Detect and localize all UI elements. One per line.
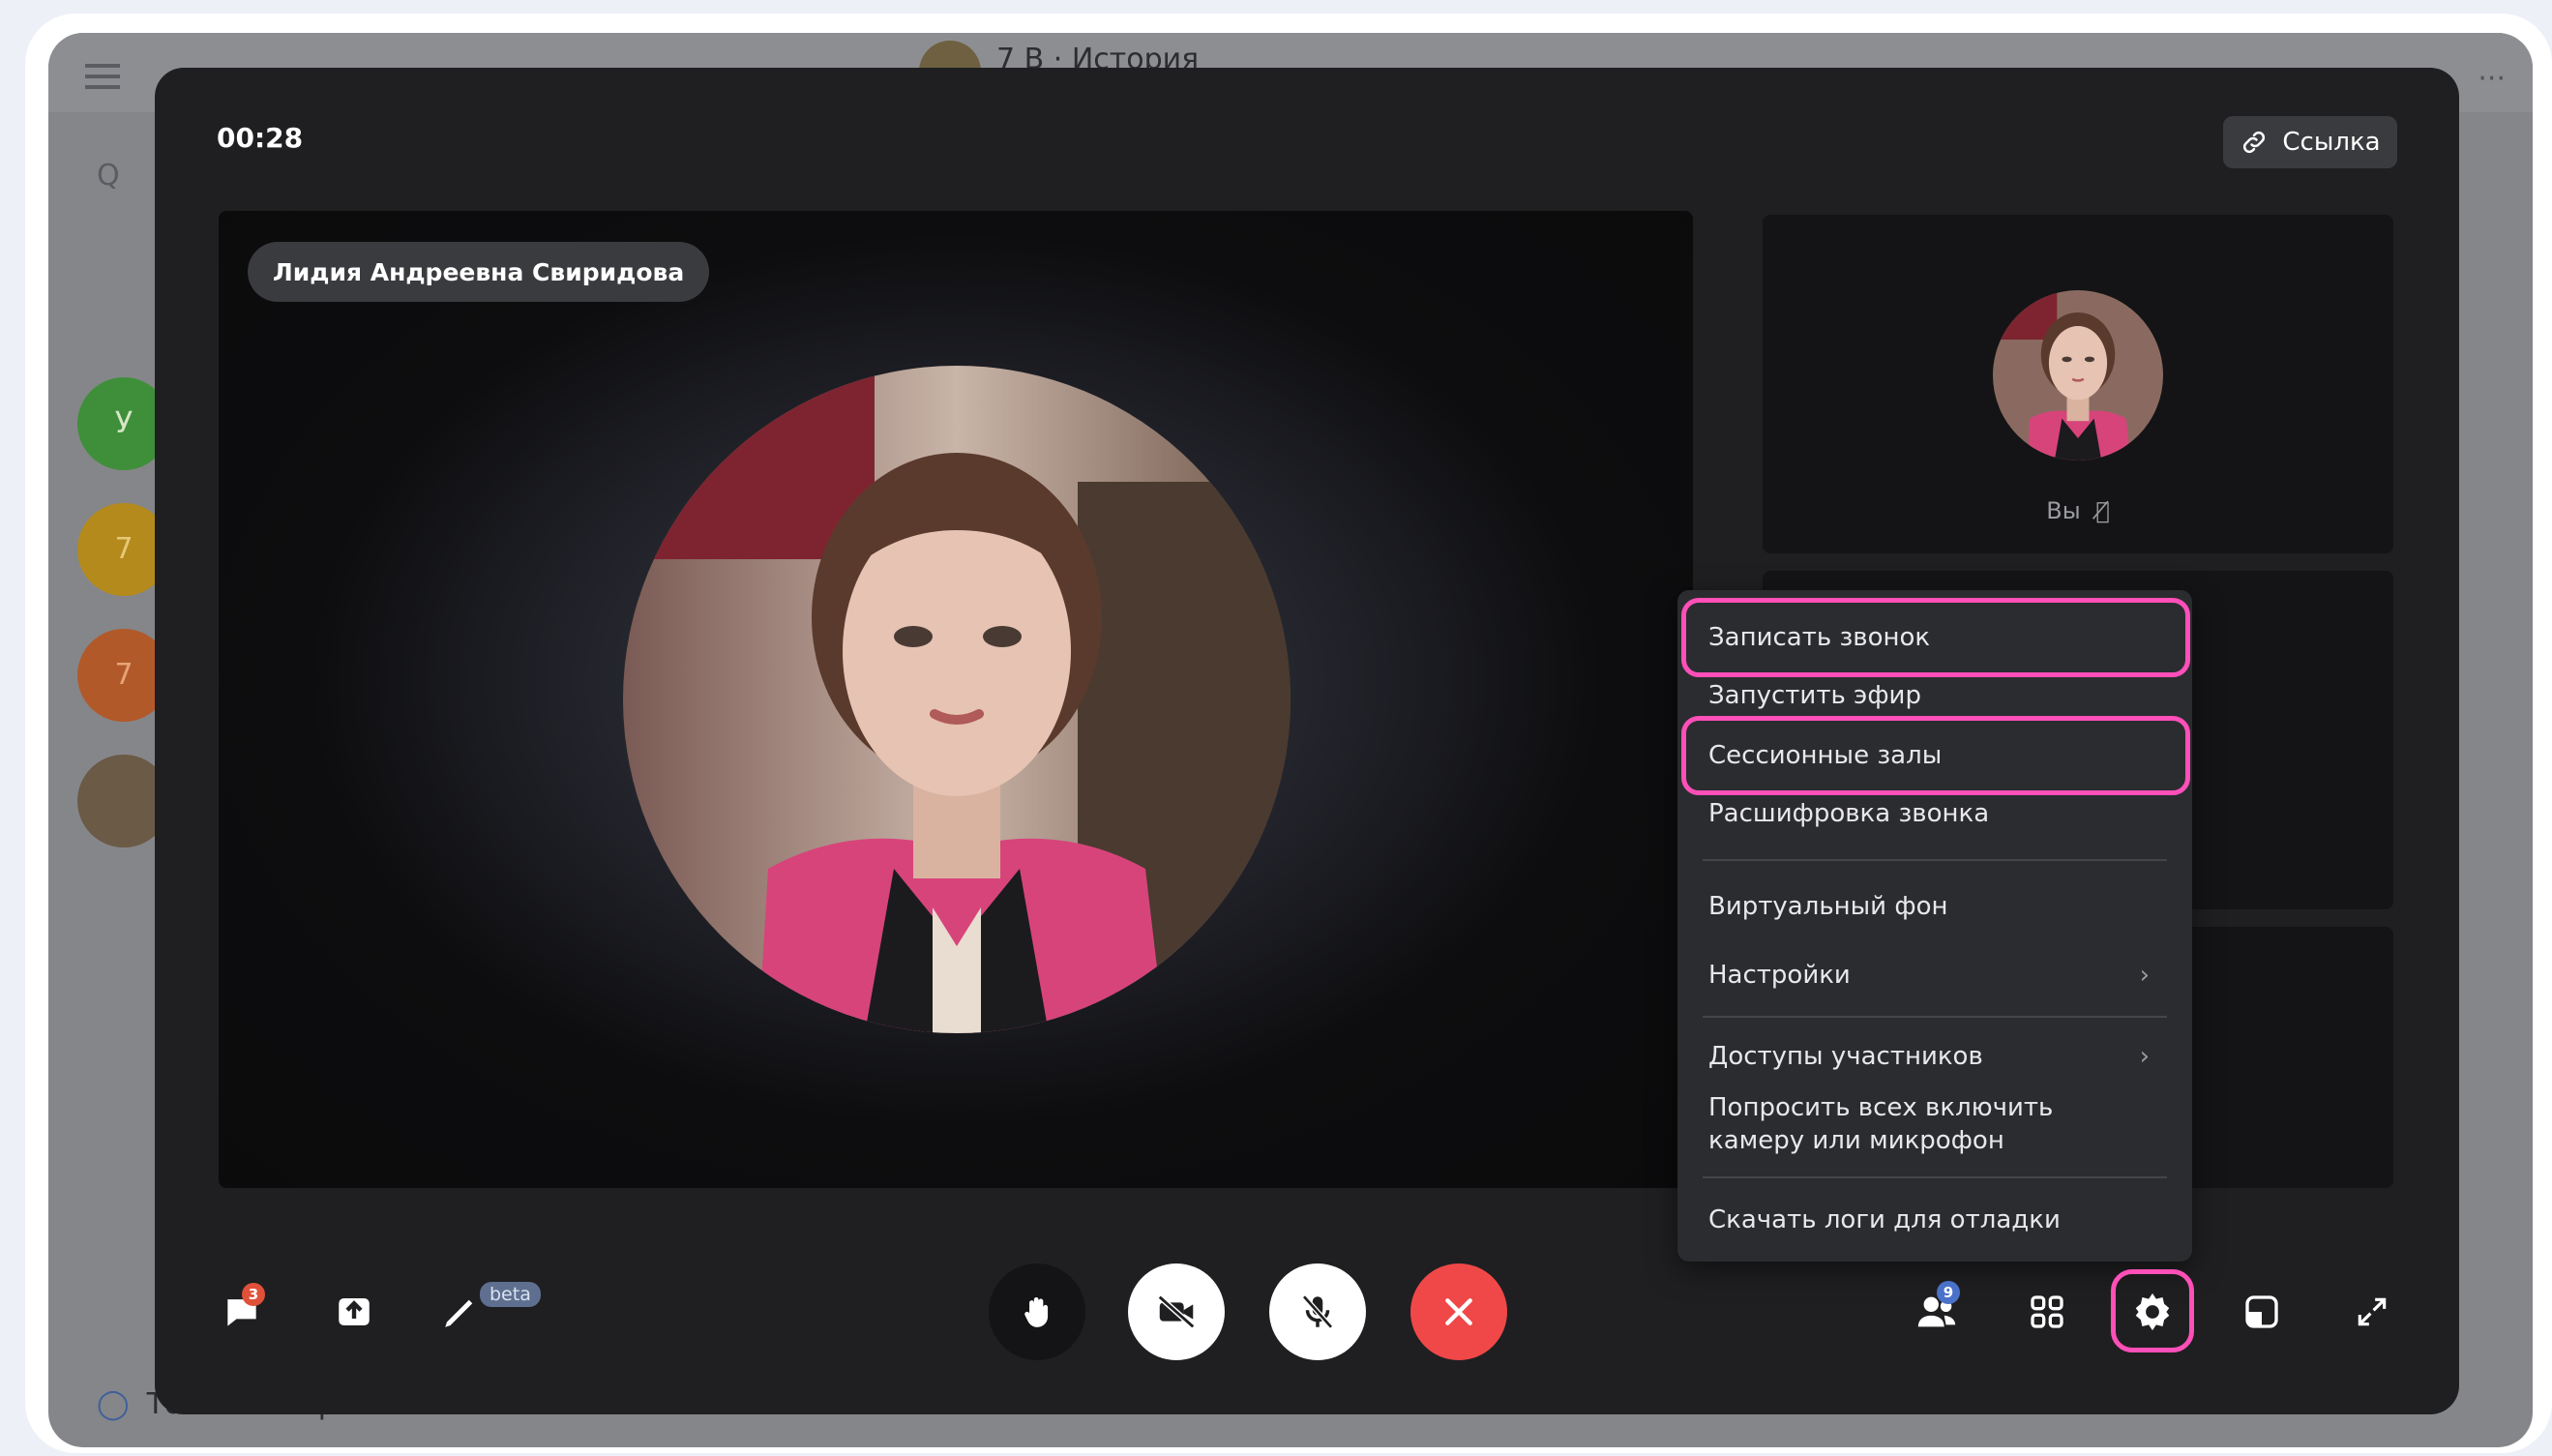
menu-item-ask-enable-camera[interactable]: Попросить всех включить камеру или микро… bbox=[1677, 1091, 2192, 1163]
menu-item-participant-access[interactable]: Доступы участников › bbox=[1677, 1027, 2192, 1085]
fullscreen-button[interactable] bbox=[2343, 1283, 2401, 1341]
highlight-breakout bbox=[1681, 716, 2190, 795]
more-icon: ··· bbox=[2478, 62, 2506, 96]
mic-off-icon bbox=[1302, 1294, 1333, 1329]
pip-icon bbox=[2245, 1295, 2278, 1328]
participant-name: Лидия Андреевна Свиридова bbox=[248, 242, 710, 302]
copy-link-button[interactable]: Ссылка bbox=[2223, 116, 2397, 168]
camera-toggle-button[interactable] bbox=[1128, 1263, 1225, 1360]
search-icon: Q bbox=[97, 159, 120, 193]
share-screen-icon bbox=[339, 1298, 370, 1325]
participants-badge: 9 bbox=[1937, 1281, 1960, 1304]
pen-icon bbox=[445, 1299, 473, 1327]
participants-button[interactable]: 9 bbox=[1908, 1281, 1966, 1341]
menu-divider bbox=[1703, 1016, 2167, 1018]
link-icon bbox=[2243, 131, 2266, 154]
menu-item-virtual-background[interactable]: Виртуальный фон bbox=[1677, 877, 2192, 936]
beta-badge: beta bbox=[480, 1282, 541, 1307]
picture-in-picture-button[interactable] bbox=[2233, 1283, 2291, 1341]
menu-icon bbox=[85, 64, 120, 68]
menu-item-settings[interactable]: Настройки › bbox=[1677, 944, 2192, 1006]
layout-grid-button[interactable] bbox=[2018, 1283, 2076, 1341]
chat-bubble-icon: ◯ bbox=[97, 1387, 130, 1421]
share-screen-button[interactable] bbox=[325, 1283, 383, 1341]
fullscreen-icon bbox=[2358, 1297, 2387, 1326]
highlight-record bbox=[1681, 598, 2190, 677]
self-label: Вы 🎙̸ bbox=[2046, 497, 2110, 524]
menu-divider bbox=[1703, 859, 2167, 861]
chat-button[interactable]: 3 bbox=[213, 1283, 271, 1341]
self-avatar bbox=[1993, 290, 2163, 461]
highlight-settings bbox=[2111, 1269, 2194, 1352]
self-video-tile[interactable]: Вы 🎙̸ bbox=[1763, 215, 2393, 553]
mic-muted-icon: 🎙̸ bbox=[2095, 497, 2110, 524]
menu-divider bbox=[1703, 1176, 2167, 1178]
raise-hand-icon bbox=[1024, 1296, 1049, 1327]
raise-hand-button[interactable] bbox=[989, 1263, 1085, 1360]
end-call-icon bbox=[1445, 1298, 1472, 1325]
chevron-right-icon: › bbox=[2139, 961, 2150, 990]
settings-menu: Записать звонок Запустить эфир Сессионны… bbox=[1677, 590, 2192, 1262]
main-video-tile[interactable]: Лидия Андреевна Свиридова bbox=[219, 211, 1693, 1188]
chat-badge: 3 bbox=[242, 1283, 265, 1306]
chevron-right-icon: › bbox=[2139, 1042, 2150, 1071]
microphone-toggle-button[interactable] bbox=[1269, 1263, 1366, 1360]
menu-item-transcription[interactable]: Расшифровка звонка bbox=[1677, 786, 2192, 842]
participant-avatar bbox=[623, 366, 1291, 1033]
grid-icon bbox=[2031, 1295, 2063, 1328]
menu-item-download-logs[interactable]: Скачать логи для отладки bbox=[1677, 1188, 2192, 1252]
end-call-button[interactable] bbox=[1410, 1263, 1507, 1360]
camera-off-icon bbox=[1157, 1294, 1196, 1329]
call-window: 00:28 Ссылка Лидия Андреевна Свиридова В… bbox=[155, 68, 2459, 1414]
call-timer: 00:28 bbox=[217, 122, 304, 154]
